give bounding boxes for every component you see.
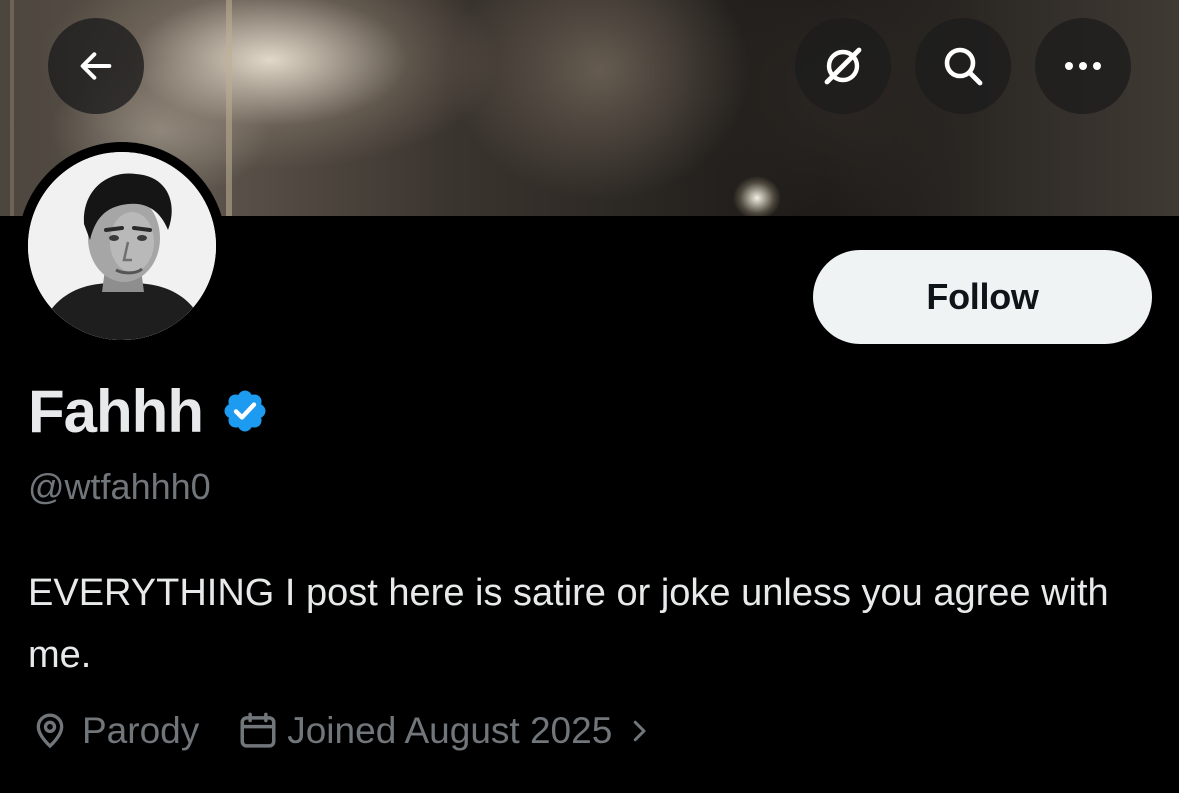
display-name: Fahhh: [28, 377, 204, 445]
calendar-icon: [240, 712, 276, 748]
avatar-photo: [28, 152, 216, 340]
profile-bio: EVERYTHING I post here is satire or joke…: [28, 572, 1109, 676]
chevron-right-icon: [634, 720, 646, 742]
search-icon: [944, 47, 983, 86]
avatar[interactable]: [28, 152, 216, 340]
profile-handle: @wtfahhh0: [28, 466, 211, 507]
profile-name-row: Fahhh: [28, 376, 269, 446]
joined-item[interactable]: Joined August 2025: [237, 710, 654, 752]
more-options-button[interactable]: [1035, 18, 1131, 114]
more-dots-icon: [1065, 62, 1101, 70]
follow-button[interactable]: Follow: [813, 250, 1152, 344]
arrow-left-icon: [80, 52, 112, 80]
profile-meta: Parody Joined August 2025: [30, 706, 654, 756]
location-pin-icon: [36, 713, 64, 749]
joined-text: Joined August 2025: [287, 710, 613, 751]
banner-texture: [10, 0, 14, 216]
grok-icon: [824, 47, 862, 85]
banner-texture: [226, 0, 232, 216]
location-text: Parody: [82, 710, 200, 751]
location-item: Parody: [30, 710, 199, 752]
search-button[interactable]: [915, 18, 1011, 114]
avatar-frame: [18, 142, 226, 350]
back-button[interactable]: [48, 18, 144, 114]
grok-button[interactable]: [795, 18, 891, 114]
verified-badge-icon[interactable]: [221, 387, 269, 435]
